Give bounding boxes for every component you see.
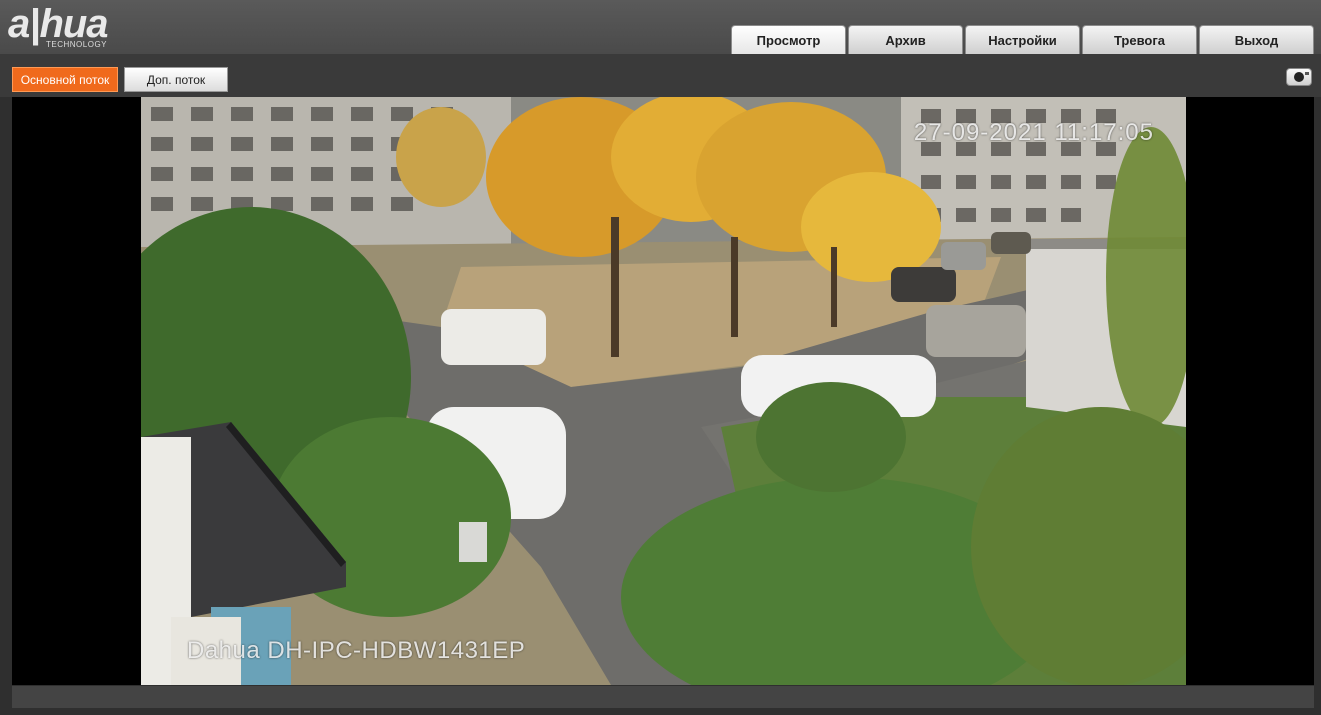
- top-header: a|hua TECHNOLOGY Просмотр Архив Настройк…: [0, 0, 1321, 54]
- camera-scene-image: [141, 97, 1186, 685]
- tab-alarm[interactable]: Тревога: [1082, 25, 1197, 54]
- main-nav: Просмотр Архив Настройки Тревога Выход: [731, 25, 1314, 54]
- player-status-bar: [12, 686, 1314, 708]
- osd-camera-name: Dahua DH-IPC-HDBW1431EP: [187, 637, 526, 664]
- stream-toolbar: Основной поток Доп. поток: [0, 54, 1321, 97]
- main-stream-button[interactable]: Основной поток: [12, 67, 118, 92]
- sub-stream-button[interactable]: Доп. поток: [124, 67, 228, 92]
- tab-playback[interactable]: Архив: [848, 25, 963, 54]
- osd-timestamp: 27-09-2021 11:17:05: [913, 119, 1154, 146]
- camera-icon[interactable]: [1286, 68, 1312, 86]
- logo-subtext: TECHNOLOGY: [46, 40, 108, 49]
- live-video-frame[interactable]: 27-09-2021 11:17:05 Dahua DH-IPC-HDBW143…: [141, 97, 1186, 685]
- tab-live-view[interactable]: Просмотр: [731, 25, 846, 54]
- tab-logout[interactable]: Выход: [1199, 25, 1314, 54]
- dahua-logo: a|hua TECHNOLOGY: [8, 2, 158, 50]
- tab-settings[interactable]: Настройки: [965, 25, 1080, 54]
